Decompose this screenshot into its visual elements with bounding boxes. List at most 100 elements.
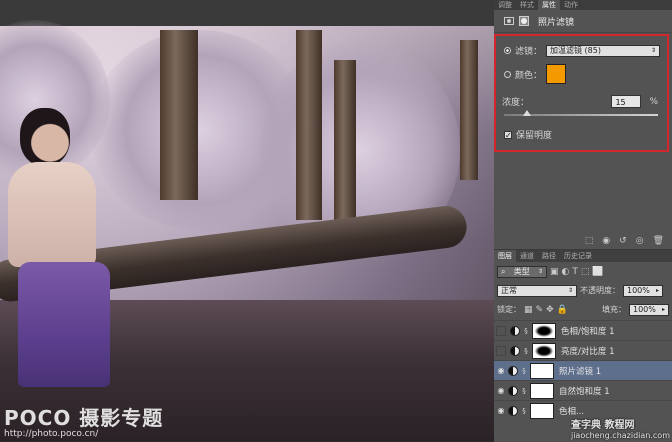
chevron-down-icon: ⇕ [567,286,573,294]
visibility-icon[interactable]: ◎ [636,236,644,246]
trash-icon[interactable]: 🗑 [653,236,664,246]
poco-url: http://photo.poco.cn/ [4,429,99,439]
right-panel: 调整 样式 属性 动作 照片滤镜 滤镜： 加温滤镜 (85) ⇕ 颜色： 浓度：… [494,0,672,442]
color-row: 颜色： [504,64,567,84]
layer-kind-select[interactable]: ⌕ 类型 ⇕ [497,265,547,278]
adjustment-layer-icon [508,405,518,416]
eye-icon[interactable]: ◉ [494,386,508,395]
layer-mask-icon[interactable] [519,16,529,26]
layer-mask-thumbnail[interactable] [530,402,554,419]
layer-filter-row: ⌕ 类型 ⇕ ▣ ◐ T ⬚ ⬜ [494,262,672,281]
link-icon[interactable]: § [520,387,528,395]
filter-select-value: 加温滤镜 (85) [550,45,601,55]
layer-name: 照片滤镜 1 [559,366,602,377]
properties-footer: ⬚ ◉ ↺ ◎ 🗑 [494,233,672,248]
eye-icon[interactable]: ◉ [494,406,508,415]
layer-name: 色相/饱和度 1 [561,326,615,337]
reset-icon[interactable]: ↺ [619,236,627,246]
properties-title: 照片滤镜 [538,17,575,28]
clip-to-layer-icon[interactable]: ⬚ [585,236,594,246]
layer-row[interactable]: ◉ § 自然饱和度 1 [494,380,672,400]
link-icon[interactable]: § [522,327,530,335]
color-radio[interactable] [504,70,511,78]
layer-mask-thumbnail[interactable] [530,362,554,379]
site-watermark-title: 查字典 教程网 [570,420,635,431]
layers-tabs: 图层 通道 路径 历史记录 [494,250,672,262]
adjustment-layer-icon [510,325,520,336]
site-watermark: 查字典 教程网 jiaocheng.chazidian.com [571,416,670,440]
tab-paths[interactable]: 路径 [538,250,560,262]
eye-icon[interactable]: ◉ [494,366,508,375]
layer-name: 色相... [559,406,585,417]
link-icon[interactable]: § [522,347,530,355]
view-previous-icon[interactable]: ◉ [602,236,610,246]
density-row: 浓度： 15 % [502,95,658,108]
search-icon: ⌕ [501,266,506,276]
blend-mode-select[interactable]: 正常 ⇕ [497,284,577,297]
chevron-updown-icon: ⇕ [650,46,657,54]
tab-actions[interactable]: 动作 [560,0,582,10]
tab-properties[interactable]: 属性 [538,0,560,10]
tab-channels[interactable]: 通道 [516,250,538,262]
layer-mask-thumbnail[interactable] [532,342,556,359]
preserve-checkbox[interactable]: ✓ [504,130,512,139]
layer-visibility-toggle[interactable] [496,345,506,356]
adjustment-filter-icon[interactable]: ◐ [562,267,570,277]
tab-history[interactable]: 历史记录 [560,250,596,262]
girl-head [20,108,70,166]
panel-tabs: 调整 样式 属性 动作 [494,0,672,10]
layer-row[interactable]: § 亮度/对比度 1 [494,340,672,360]
lock-position-icon[interactable]: ✥ [546,305,554,315]
tree-trunk [296,30,322,220]
type-filter-icon[interactable]: T [572,267,578,277]
blend-mode-value: 正常 [501,285,517,295]
link-icon[interactable]: § [520,407,528,415]
girl-skirt [18,262,110,387]
tree-trunk [160,30,198,200]
filter-radio[interactable] [504,47,511,54]
color-swatch[interactable] [546,64,567,84]
density-input[interactable]: 15 [611,95,642,108]
filter-select[interactable]: 加温滤镜 (85) ⇕ [546,44,661,57]
tab-styles[interactable]: 样式 [516,0,538,10]
tree-trunk [334,60,356,220]
adjustment-layer-icon [508,365,518,376]
opacity-input[interactable]: 100% ▸ [623,284,663,297]
layer-kind-value: 类型 [513,266,530,276]
layer-name: 亮度/对比度 1 [561,346,615,357]
layers-panel: 图层 通道 路径 历史记录 ⌕ 类型 ⇕ ▣ ◐ T ⬚ ⬜ 正常 ⇕ 不透明度… [494,249,672,442]
smart-object-filter-icon[interactable]: ⬜ [592,267,603,277]
photo-filter-icon [504,17,514,25]
properties-header: 照片滤镜 [494,10,672,33]
pixel-filter-icon[interactable]: ▣ [550,267,559,277]
lock-label: 锁定： [497,305,521,314]
layer-visibility-toggle[interactable] [496,325,506,336]
color-label: 颜色： [515,70,543,81]
tab-adjustments[interactable]: 调整 [494,0,516,10]
fill-value: 100% [633,304,656,314]
lock-transparency-icon[interactable]: ▦ [524,305,533,315]
density-unit: % [649,96,658,107]
poco-watermark: POCO 摄影专题 http://photo.poco.cn/ [4,402,163,439]
lock-all-icon[interactable]: 🔒 [557,305,568,315]
shape-filter-icon[interactable]: ⬚ [581,267,590,277]
opacity-value: 100% [627,285,650,295]
girl-blouse [8,162,96,267]
density-label: 浓度： [502,98,530,108]
tab-layers[interactable]: 图层 [494,250,516,262]
canvas-top-bar [0,0,494,26]
opacity-label: 不透明度： [580,286,620,295]
adjustment-layer-icon [508,385,518,396]
layer-row-selected[interactable]: ◉ § 照片滤镜 1 [494,360,672,380]
preserve-label: 保留明度 [516,131,553,141]
adjustment-layer-icon [510,345,520,356]
link-icon[interactable]: § [520,367,528,375]
density-slider-thumb[interactable] [523,110,532,116]
layer-mask-thumbnail[interactable] [532,322,556,339]
lock-pixels-icon[interactable]: ✎ [536,305,544,315]
fill-label: 填充： [602,305,626,314]
layer-mask-thumbnail[interactable] [530,382,554,399]
highlight-box: 滤镜： 加温滤镜 (85) ⇕ 颜色： 浓度： 15 % ✓ 保留明度 [494,34,669,152]
fill-input[interactable]: 100% ▸ [629,303,669,316]
layer-row[interactable]: § 色相/饱和度 1 [494,320,672,340]
